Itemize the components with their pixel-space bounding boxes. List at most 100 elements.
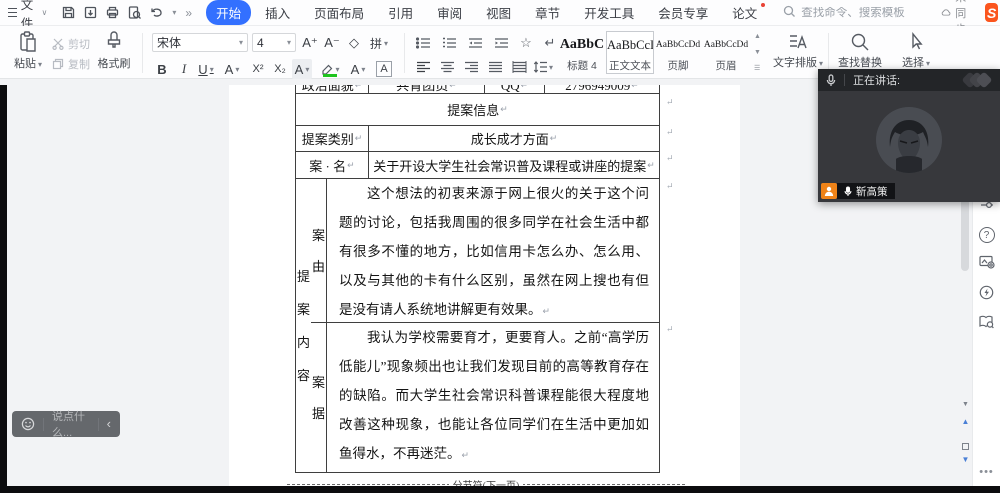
clipboard-icon (18, 31, 38, 53)
cell-basis-label[interactable]: 案据 (311, 323, 326, 472)
style-heading4[interactable]: AaBbC 标题 4 (558, 31, 606, 74)
mic-icon (844, 186, 852, 197)
style-body-text[interactable]: AaBbCcI 正文文本 (606, 31, 654, 74)
cell-qq-label[interactable]: QQ↵ (484, 85, 544, 93)
dictionary-icon[interactable] (973, 315, 1000, 329)
cell-section-title[interactable]: 提案信息↵ (296, 94, 659, 125)
tab-view[interactable]: 视图 (476, 0, 521, 25)
browse-object-icon[interactable] (959, 437, 972, 455)
font-color-button[interactable]: A (348, 59, 368, 79)
style-scroll-down[interactable]: ▼ (754, 49, 761, 56)
justify-button[interactable] (484, 57, 506, 77)
style-scroll-up[interactable]: ▲ (754, 33, 761, 40)
meeting-video-area[interactable]: 靳高策 (818, 91, 1000, 202)
numbered-list-button[interactable] (438, 33, 460, 53)
style-header[interactable]: AaBbCcDd 页眉 (702, 31, 750, 74)
print-preview-button[interactable] (127, 5, 142, 20)
cell-content-label[interactable]: 提案内容 (296, 179, 311, 472)
scrollbar-thumb[interactable] (961, 199, 969, 271)
next-page-icon[interactable]: ▼ (959, 455, 972, 464)
row-end-mark: ↵ (666, 153, 674, 164)
cloud-icon (941, 7, 951, 18)
emoji-icon[interactable] (21, 417, 35, 431)
search-input[interactable] (801, 7, 941, 19)
print-button[interactable] (105, 5, 120, 20)
cell-name-value[interactable]: 关于开设大学生社会常识普及课程或讲座的提案↵ (368, 152, 659, 178)
adjust-icon[interactable] (973, 201, 1000, 209)
style-footer[interactable]: AaBbCcDd 页脚 (654, 31, 702, 74)
cell-political-status[interactable]: 政治面貌↵ (296, 85, 368, 93)
clear-format-button[interactable]: ◇ (344, 33, 364, 53)
search-icon (783, 5, 796, 21)
document-page[interactable]: 政治面貌↵ 共青团员↵ QQ↵ 2796949009↵ 提案信息↵ 提案类别↵ … (229, 85, 740, 486)
tab-page-layout[interactable]: 页面布局 (304, 0, 374, 25)
meeting-header[interactable]: 正在讲话: (818, 69, 1000, 91)
increase-indent-button[interactable] (490, 33, 512, 53)
line-spacing-button[interactable] (532, 57, 554, 77)
distribute-button[interactable] (508, 57, 530, 77)
format-painter-button[interactable]: 格式刷 (92, 31, 136, 71)
align-left-button[interactable] (412, 57, 434, 77)
premium-icon[interactable] (973, 285, 1000, 300)
cell-category-label[interactable]: 提案类别↵ (296, 126, 368, 151)
row-end-mark: ↵ (666, 127, 674, 138)
align-center-button[interactable] (436, 57, 458, 77)
sogou-ime-logo[interactable]: S (985, 3, 998, 22)
phonetic-guide-button[interactable]: 拼 (366, 33, 392, 53)
cell-basis-text[interactable]: 我认为学校需要育才，更要育人。之前“高学历低能儿”现象频出也让我们发现目前的高等… (326, 323, 659, 472)
copy-button[interactable]: 复制 (52, 56, 90, 72)
text-layout-button[interactable]: 文字排版 (772, 32, 824, 70)
tab-review[interactable]: 审阅 (427, 0, 472, 25)
char-scale-button[interactable]: A (222, 59, 242, 79)
cell-reason-text[interactable]: 这个想法的初衷来源于网上很火的关于这个问题的讨论，包括我周围的很多同学在社会生活… (326, 179, 659, 322)
command-search[interactable] (783, 5, 941, 21)
tab-dev-tools[interactable]: 开发工具 (574, 0, 644, 25)
chat-bar: 说点什么... ‹ (12, 411, 120, 437)
superscript-button[interactable]: X² (248, 59, 268, 79)
bold-button[interactable]: B (152, 59, 172, 79)
align-right-button[interactable] (460, 57, 482, 77)
more-options-icon[interactable]: ••• (973, 466, 1000, 478)
tab-member[interactable]: 会员专享 (648, 0, 718, 25)
speaker-name: 靳高策 (856, 184, 888, 199)
grow-font-button[interactable]: A⁺ (300, 33, 320, 53)
collapse-chat-button[interactable]: ‹ (99, 416, 120, 433)
tab-insert[interactable]: 插入 (255, 0, 300, 25)
char-shading-button[interactable]: A (292, 59, 312, 79)
cell-name-label[interactable]: 案 · 名↵ (296, 152, 368, 178)
chat-input[interactable]: 说点什么... (44, 408, 98, 440)
toolbar-overflow-icon[interactable]: » (185, 6, 192, 20)
cell-qq-number[interactable]: 2796949009↵ (544, 85, 659, 93)
paragraph-mark-button[interactable] (538, 33, 560, 53)
underline-button[interactable]: U (196, 59, 216, 79)
undo-button[interactable] (149, 5, 165, 20)
highlight-button[interactable] (320, 59, 340, 79)
style-gallery-more[interactable]: ☰ (754, 64, 761, 72)
tab-paper[interactable]: 论文 (722, 0, 767, 25)
export-button[interactable] (83, 5, 98, 20)
select-button[interactable]: 选择 (896, 32, 936, 70)
cell-league-member[interactable]: 共青团员↵ (368, 85, 484, 93)
cell-category-value[interactable]: 成长成才方面↵ (368, 126, 659, 151)
tab-home[interactable]: 开始 (206, 0, 251, 25)
prev-page-icon[interactable]: ▲ (959, 417, 972, 426)
bullet-list-button[interactable] (412, 33, 434, 53)
font-name-select[interactable]: 宋体▾ (152, 33, 248, 52)
italic-button[interactable]: I (174, 59, 194, 79)
font-size-select[interactable]: 4▾ (252, 33, 296, 52)
paste-button[interactable]: 粘贴 (10, 31, 46, 71)
tab-references[interactable]: 引用 (378, 0, 423, 25)
scroll-up-icon[interactable]: ▼ (959, 401, 972, 408)
undo-dropdown[interactable]: ▾ (172, 8, 176, 17)
smart-format-button[interactable] (514, 33, 536, 53)
tab-section[interactable]: 章节 (525, 0, 570, 25)
help-icon[interactable] (973, 227, 1000, 243)
decrease-indent-button[interactable] (464, 33, 486, 53)
char-border-button[interactable]: A (376, 61, 392, 77)
cell-reason-label[interactable]: 案由 (311, 179, 326, 322)
save-button[interactable] (61, 5, 76, 20)
subscript-button[interactable]: X₂ (270, 59, 290, 79)
cut-button[interactable]: 剪切 (52, 36, 90, 52)
shrink-font-button[interactable]: A⁻ (322, 33, 342, 53)
skin-settings-icon[interactable] (973, 255, 1000, 269)
